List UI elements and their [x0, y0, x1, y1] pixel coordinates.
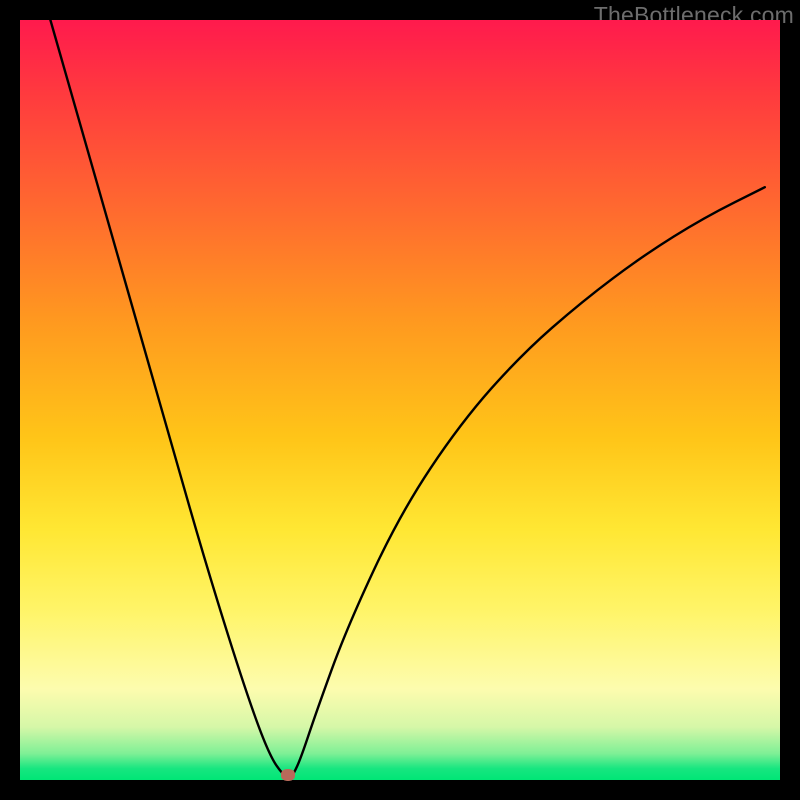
optimum-marker: [281, 769, 295, 781]
plot-area: [20, 20, 780, 780]
chart-frame: TheBottleneck.com: [0, 0, 800, 800]
bottleneck-curve: [50, 20, 764, 777]
curve-svg: [20, 20, 780, 780]
